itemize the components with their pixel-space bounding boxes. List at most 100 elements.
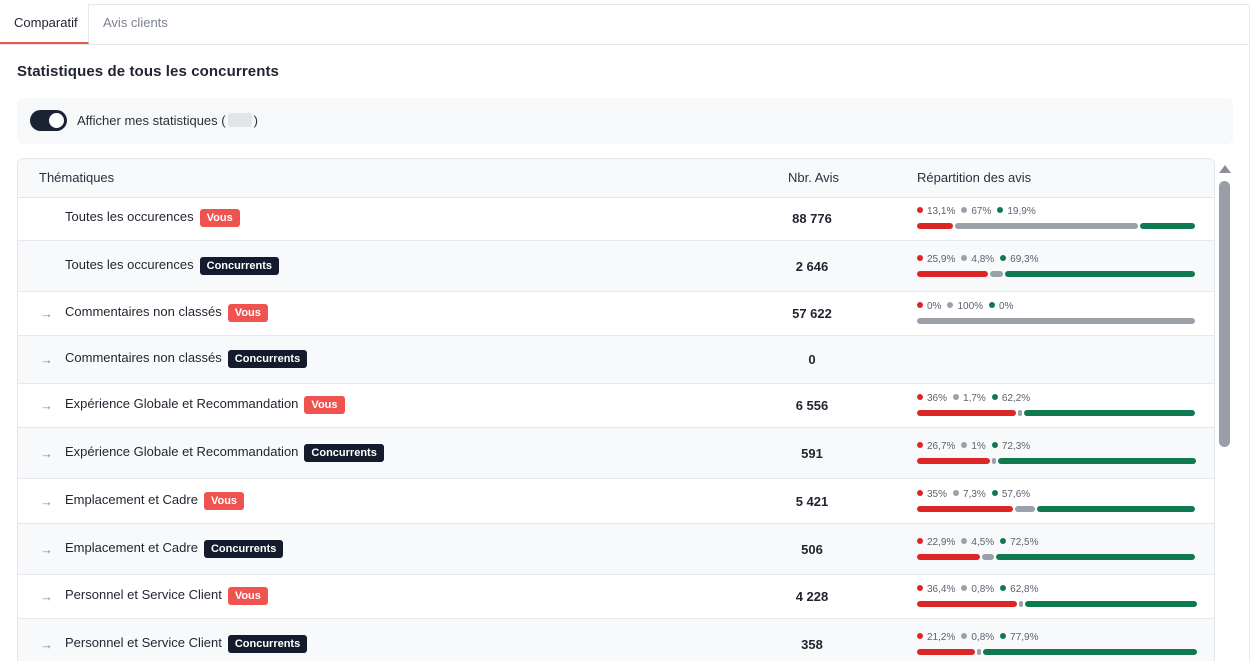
- legend-neutral: 1,7%: [953, 393, 986, 404]
- row-distribution: 26,7% 1% 72,3%: [917, 441, 1197, 464]
- expand-arrow-icon[interactable]: →: [40, 306, 53, 321]
- legend-negative: 0%: [917, 301, 941, 312]
- row-theme: Commentaires non classés Vous: [65, 304, 268, 322]
- expand-arrow-icon[interactable]: →: [40, 542, 53, 557]
- bar-segment-negative: [917, 457, 991, 464]
- bar-segment-positive: [1036, 505, 1195, 512]
- tab-avis-clients[interactable]: Avis clients: [89, 4, 182, 44]
- badge-vous: Vous: [199, 209, 240, 227]
- row-theme-label: Commentaires non classés: [65, 350, 222, 365]
- legend-neutral-value: 7,3%: [963, 488, 986, 500]
- row-distribution: 0% 100% 0%: [917, 301, 1195, 324]
- show-my-stats-toggle[interactable]: [30, 110, 67, 131]
- legend-neutral-value: 0,8%: [971, 632, 995, 643]
- distribution-bar: [917, 601, 1197, 607]
- expand-arrow-icon[interactable]: →: [40, 446, 53, 461]
- distribution-legend: 22,9% 4,5% 72,5%: [917, 537, 1195, 551]
- row-theme: Toutes les occurences Vous: [65, 209, 240, 227]
- bar-segment-neutral: [1018, 601, 1023, 607]
- table-row[interactable]: → Emplacement et Cadre Vous 5 421 35% 7,3% 57,…: [18, 479, 1214, 524]
- row-theme-label: Expérience Globale et Recommandation: [65, 443, 299, 459]
- legend-negative: 36,4%: [917, 584, 955, 595]
- table-row[interactable]: → Personnel et Service Client Concurrents 3…: [18, 619, 1214, 661]
- section-title: Statistiques de tous les concurrents: [17, 63, 279, 80]
- distribution-legend: 35% 7,3% 57,6%: [917, 489, 1195, 503]
- row-review-count: 0: [808, 352, 816, 367]
- negative-dot-icon: [917, 489, 923, 496]
- bar-segment-neutral: [977, 649, 982, 655]
- stats-table: Thématiques Nbr. Avis Répartition des av…: [17, 158, 1215, 661]
- row-theme: Toutes les occurences Concurrents: [65, 256, 280, 275]
- legend-neutral-value: 4,8%: [971, 253, 995, 265]
- neutral-dot-icon: [953, 489, 960, 496]
- legend-positive-value: 72,5%: [1010, 536, 1039, 548]
- legend-neutral-value: 67%: [971, 206, 992, 217]
- positive-dot-icon: [1000, 537, 1007, 544]
- legend-neutral: 7,3%: [953, 489, 986, 500]
- legend-negative-value: 22,9%: [927, 536, 956, 548]
- positive-dot-icon: [1000, 633, 1007, 639]
- row-review-count: 591: [801, 445, 823, 461]
- badge-concurrents: Concurrents: [199, 256, 280, 275]
- bar-segment-negative: [917, 410, 1016, 416]
- legend-negative-value: 26,7%: [927, 440, 956, 452]
- row-review-count: 4 228: [795, 589, 829, 604]
- table-row[interactable]: → Emplacement et Cadre Concurrents 506 22,9%…: [18, 524, 1214, 575]
- legend-negative-value: 35%: [927, 488, 948, 500]
- positive-dot-icon: [997, 207, 1004, 213]
- scrollbar-thumb[interactable]: [1219, 181, 1230, 447]
- legend-neutral: 67%: [961, 206, 991, 217]
- row-theme: Personnel et Service Client Vous: [65, 587, 268, 605]
- expand-arrow-icon[interactable]: →: [40, 398, 53, 413]
- negative-dot-icon: [917, 441, 923, 448]
- table-row[interactable]: → Expérience Globale et Recommandation Con…: [18, 428, 1214, 479]
- badge-vous: Vous: [227, 304, 268, 322]
- tab-bar: Comparatif Avis clients: [0, 4, 1250, 45]
- negative-dot-icon: [917, 302, 923, 308]
- legend-positive-value: 69,3%: [1010, 253, 1039, 265]
- row-theme-label: Toutes les occurences: [65, 256, 194, 272]
- table-row[interactable]: → Commentaires non classés Concurrents 0: [18, 336, 1214, 384]
- distribution-bar: [917, 318, 1195, 324]
- legend-neutral: 4,8%: [961, 254, 994, 265]
- bar-segment-neutral: [992, 457, 997, 464]
- header-thematiques: Thématiques: [39, 170, 115, 185]
- distribution-legend: 13,1% 67% 19,9%: [917, 206, 1195, 220]
- expand-arrow-icon[interactable]: →: [40, 637, 53, 652]
- row-theme: Expérience Globale et Recommandation Conc…: [65, 443, 384, 462]
- distribution-bar: [917, 457, 1197, 464]
- expand-arrow-icon[interactable]: →: [40, 589, 53, 604]
- legend-positive: 0%: [989, 301, 1013, 312]
- bar-segment-positive: [1024, 601, 1197, 607]
- row-review-count: 2 646: [795, 258, 829, 274]
- bar-segment-positive: [996, 553, 1195, 560]
- legend-negative: 21,2%: [917, 632, 955, 643]
- table-row[interactable]: → Expérience Globale et Recommandation Vou…: [18, 384, 1214, 428]
- row-theme-label: Expérience Globale et Recommandation: [65, 396, 299, 411]
- legend-neutral: 0,8%: [961, 584, 994, 595]
- distribution-legend: 36% 1,7% 62,2%: [917, 393, 1195, 407]
- legend-positive-value: 62,8%: [1010, 584, 1039, 595]
- legend-positive: 72,5%: [1000, 536, 1039, 548]
- legend-positive: 57,6%: [991, 489, 1030, 500]
- row-review-count: 358: [801, 637, 823, 652]
- bar-segment-neutral: [1014, 505, 1035, 512]
- expand-arrow-icon[interactable]: →: [40, 494, 53, 509]
- tab-comparatif[interactable]: Comparatif: [0, 4, 89, 44]
- row-distribution: 36,4% 0,8% 62,8%: [917, 584, 1197, 607]
- positive-dot-icon: [991, 489, 998, 496]
- row-theme: Commentaires non classés Concurrents: [65, 350, 308, 368]
- legend-negative: 26,7%: [917, 441, 955, 452]
- legend-negative-value: 13,1%: [927, 206, 956, 217]
- table-row[interactable]: → Personnel et Service Client Vous 4 228 36,…: [18, 575, 1214, 619]
- legend-positive-value: 19,9%: [1007, 206, 1036, 217]
- row-theme-label: Emplacement et Cadre: [65, 491, 198, 507]
- legend-positive-value: 62,2%: [1001, 393, 1031, 404]
- toggle-label-end: ): [253, 113, 258, 128]
- legend-negative: 35%: [917, 489, 947, 500]
- table-row[interactable]: → Commentaires non classés Vous 57 622 0% 100…: [18, 292, 1214, 336]
- distribution-bar: [917, 410, 1195, 416]
- expand-arrow-icon[interactable]: →: [40, 352, 53, 367]
- scroll-up-arrow[interactable]: [1219, 165, 1231, 173]
- legend-positive-value: 77,9%: [1010, 632, 1039, 643]
